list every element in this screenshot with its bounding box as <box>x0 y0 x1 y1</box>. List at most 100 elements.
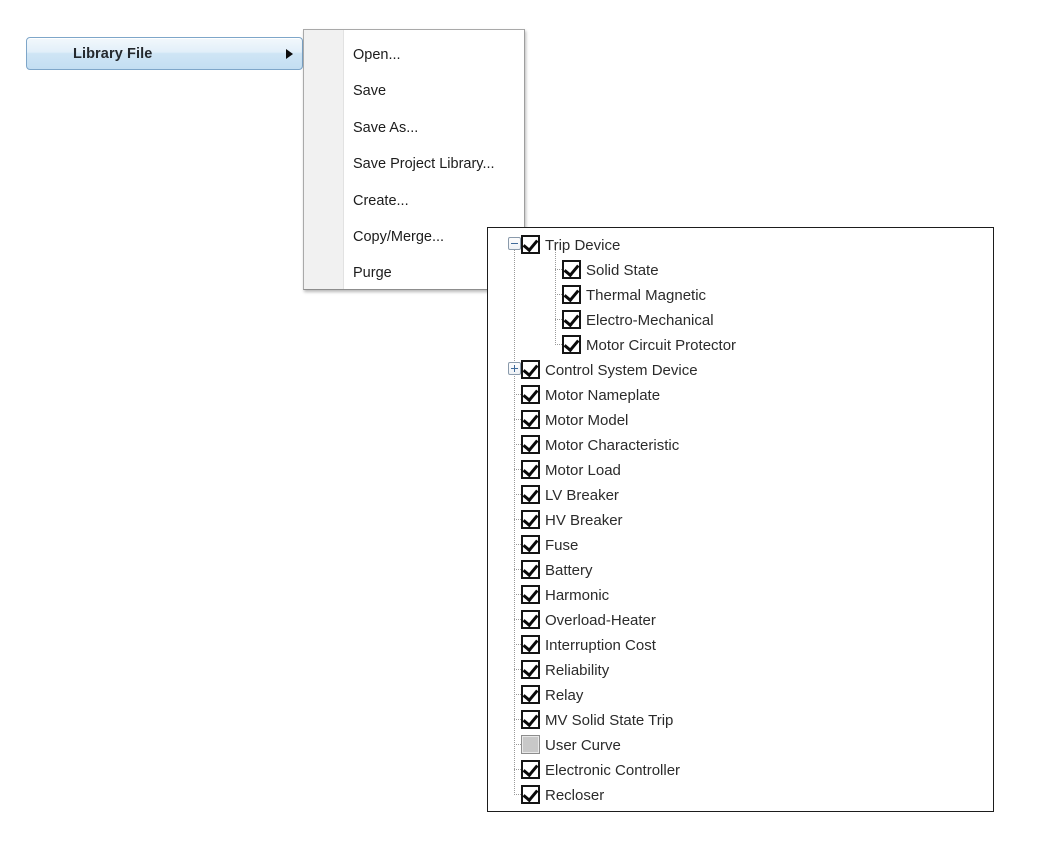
checkbox-battery[interactable] <box>521 560 540 579</box>
check-icon <box>523 361 539 378</box>
tree-row-motor-circuit-protector[interactable]: Motor Circuit Protector <box>488 334 993 359</box>
checkbox-trip-device[interactable] <box>521 235 540 254</box>
check-icon <box>523 611 539 628</box>
checkbox-thermal-magnetic[interactable] <box>562 285 581 304</box>
checkbox-motor-nameplate[interactable] <box>521 385 540 404</box>
checkbox-fuse[interactable] <box>521 535 540 554</box>
tree-row-overload-heater[interactable]: Overload-Heater <box>488 609 993 634</box>
check-icon <box>523 761 539 778</box>
tree-label-electro-mechanical: Electro-Mechanical <box>586 311 714 330</box>
checkbox-interruption-cost[interactable] <box>521 635 540 654</box>
checkbox-electro-mechanical[interactable] <box>562 310 581 329</box>
check-icon <box>523 236 539 253</box>
check-icon <box>523 461 539 478</box>
tree-label-lv-breaker: LV Breaker <box>545 486 619 505</box>
library-component-tree: Trip Device Solid State Thermal Magnetic El… <box>487 227 994 812</box>
menu-item-save-as[interactable]: Save As... <box>344 112 524 144</box>
checkbox-electronic-controller[interactable] <box>521 760 540 779</box>
checkbox-relay[interactable] <box>521 685 540 704</box>
check-icon <box>564 336 580 353</box>
menu-icon-gutter <box>304 30 344 289</box>
tree-row-recloser[interactable]: Recloser <box>488 784 993 809</box>
check-icon <box>564 261 580 278</box>
check-icon <box>523 486 539 503</box>
expand-plus-icon[interactable] <box>508 362 521 375</box>
tree-row-mv-solid-state-trip[interactable]: MV Solid State Trip <box>488 709 993 734</box>
checkbox-motor-model[interactable] <box>521 410 540 429</box>
tree-row-user-curve[interactable]: User Curve <box>488 734 993 759</box>
tree-row-reliability[interactable]: Reliability <box>488 659 993 684</box>
tree-row-battery[interactable]: Battery <box>488 559 993 584</box>
tree-row-lv-breaker[interactable]: LV Breaker <box>488 484 993 509</box>
tree-row-fuse[interactable]: Fuse <box>488 534 993 559</box>
tree-row-electronic-controller[interactable]: Electronic Controller <box>488 759 993 784</box>
tree-label-solid-state: Solid State <box>586 261 659 280</box>
tree-label-motor-load: Motor Load <box>545 461 621 480</box>
tree-label-mv-solid-state-trip: MV Solid State Trip <box>545 711 673 730</box>
checkbox-motor-circuit-protector[interactable] <box>562 335 581 354</box>
check-icon <box>523 586 539 603</box>
check-icon <box>523 786 539 803</box>
check-icon <box>523 411 539 428</box>
tree-row-hv-breaker[interactable]: HV Breaker <box>488 509 993 534</box>
check-icon <box>523 511 539 528</box>
check-icon <box>523 561 539 578</box>
library-file-button-label: Library File <box>73 46 152 62</box>
tree-label-motor-nameplate: Motor Nameplate <box>545 386 660 405</box>
tree-row-trip-device[interactable]: Trip Device <box>488 234 993 259</box>
checkbox-motor-characteristic[interactable] <box>521 435 540 454</box>
check-icon <box>523 711 539 728</box>
checkbox-lv-breaker[interactable] <box>521 485 540 504</box>
tree-label-trip-device: Trip Device <box>545 236 620 255</box>
checkbox-control-system-device[interactable] <box>521 360 540 379</box>
menu-item-save-project-library[interactable]: Save Project Library... <box>344 148 524 180</box>
menu-item-save[interactable]: Save <box>344 75 524 107</box>
expander-horizontal-bar <box>511 243 518 244</box>
tree-label-motor-model: Motor Model <box>545 411 628 430</box>
tree-row-motor-characteristic[interactable]: Motor Characteristic <box>488 434 993 459</box>
checkbox-reliability[interactable] <box>521 660 540 679</box>
tree-row-solid-state[interactable]: Solid State <box>488 259 993 284</box>
tree-label-overload-heater: Overload-Heater <box>545 611 656 630</box>
tree-row-interruption-cost[interactable]: Interruption Cost <box>488 634 993 659</box>
check-icon <box>564 311 580 328</box>
menu-item-create[interactable]: Create... <box>344 185 524 217</box>
checkbox-user-curve[interactable] <box>521 735 540 754</box>
check-icon <box>523 636 539 653</box>
tree-row-thermal-magnetic[interactable]: Thermal Magnetic <box>488 284 993 309</box>
tree-row-relay[interactable]: Relay <box>488 684 993 709</box>
tree-label-fuse: Fuse <box>545 536 578 555</box>
tree-label-hv-breaker: HV Breaker <box>545 511 623 530</box>
tree-row-control-system-device[interactable]: Control System Device <box>488 359 993 384</box>
checkbox-overload-heater[interactable] <box>521 610 540 629</box>
check-icon <box>523 386 539 403</box>
checkbox-solid-state[interactable] <box>562 260 581 279</box>
tree-label-interruption-cost: Interruption Cost <box>545 636 656 655</box>
tree-label-electronic-controller: Electronic Controller <box>545 761 680 780</box>
tree-row-motor-load[interactable]: Motor Load <box>488 459 993 484</box>
tree-row-motor-model[interactable]: Motor Model <box>488 409 993 434</box>
library-file-button[interactable]: Library File <box>26 37 303 70</box>
tree-label-reliability: Reliability <box>545 661 609 680</box>
check-icon <box>523 661 539 678</box>
tree-label-harmonic: Harmonic <box>545 586 609 605</box>
tree-label-battery: Battery <box>545 561 593 580</box>
tree-label-thermal-magnetic: Thermal Magnetic <box>586 286 706 305</box>
collapse-minus-icon[interactable] <box>508 237 521 250</box>
check-icon <box>523 536 539 553</box>
tree-label-control-system-device: Control System Device <box>545 361 698 380</box>
checkbox-hv-breaker[interactable] <box>521 510 540 529</box>
tree-row-harmonic[interactable]: Harmonic <box>488 584 993 609</box>
tree-row-electro-mechanical[interactable]: Electro-Mechanical <box>488 309 993 334</box>
tree-label-recloser: Recloser <box>545 786 604 805</box>
check-icon <box>523 436 539 453</box>
menu-item-open[interactable]: Open... <box>344 39 524 71</box>
check-icon <box>564 286 580 303</box>
checkbox-harmonic[interactable] <box>521 585 540 604</box>
tree-row-motor-nameplate[interactable]: Motor Nameplate <box>488 384 993 409</box>
checkbox-motor-load[interactable] <box>521 460 540 479</box>
tree-label-motor-circuit-protector: Motor Circuit Protector <box>586 336 736 355</box>
checkbox-mv-solid-state-trip[interactable] <box>521 710 540 729</box>
tree-label-user-curve: User Curve <box>545 736 621 755</box>
checkbox-recloser[interactable] <box>521 785 540 804</box>
